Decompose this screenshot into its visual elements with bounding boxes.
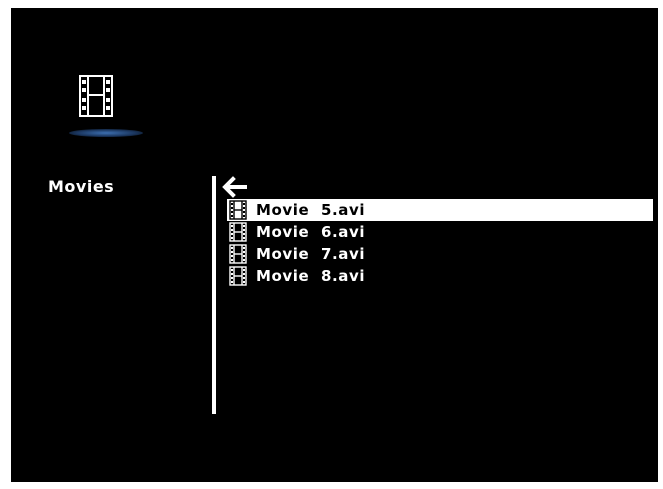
film-strip-icon — [229, 222, 247, 242]
list-item[interactable]: Movie 6.avi — [227, 221, 658, 243]
category-label[interactable]: Movies — [48, 177, 114, 196]
film-strip-icon — [229, 244, 247, 264]
file-name: Movie 7.avi — [256, 245, 366, 263]
media-browser-screen: Movies Movie 5.avi Movie 6.avi Movie 7.a… — [11, 8, 658, 482]
list-item[interactable]: Movie 7.avi — [227, 243, 658, 265]
film-strip-icon — [229, 200, 247, 220]
file-list: Movie 5.avi Movie 6.avi Movie 7.avi Movi… — [227, 199, 658, 287]
file-name: Movie 5.avi — [256, 201, 366, 219]
category-selection-glow — [69, 129, 143, 137]
list-item-selected[interactable]: Movie 5.avi — [227, 199, 653, 221]
film-strip-icon — [229, 266, 247, 286]
panel-divider — [212, 176, 216, 414]
back-arrow-icon[interactable] — [221, 176, 247, 198]
film-strip-icon — [78, 74, 114, 132]
file-name: Movie 8.avi — [256, 267, 366, 285]
list-item[interactable]: Movie 8.avi — [227, 265, 658, 287]
file-name: Movie 6.avi — [256, 223, 366, 241]
